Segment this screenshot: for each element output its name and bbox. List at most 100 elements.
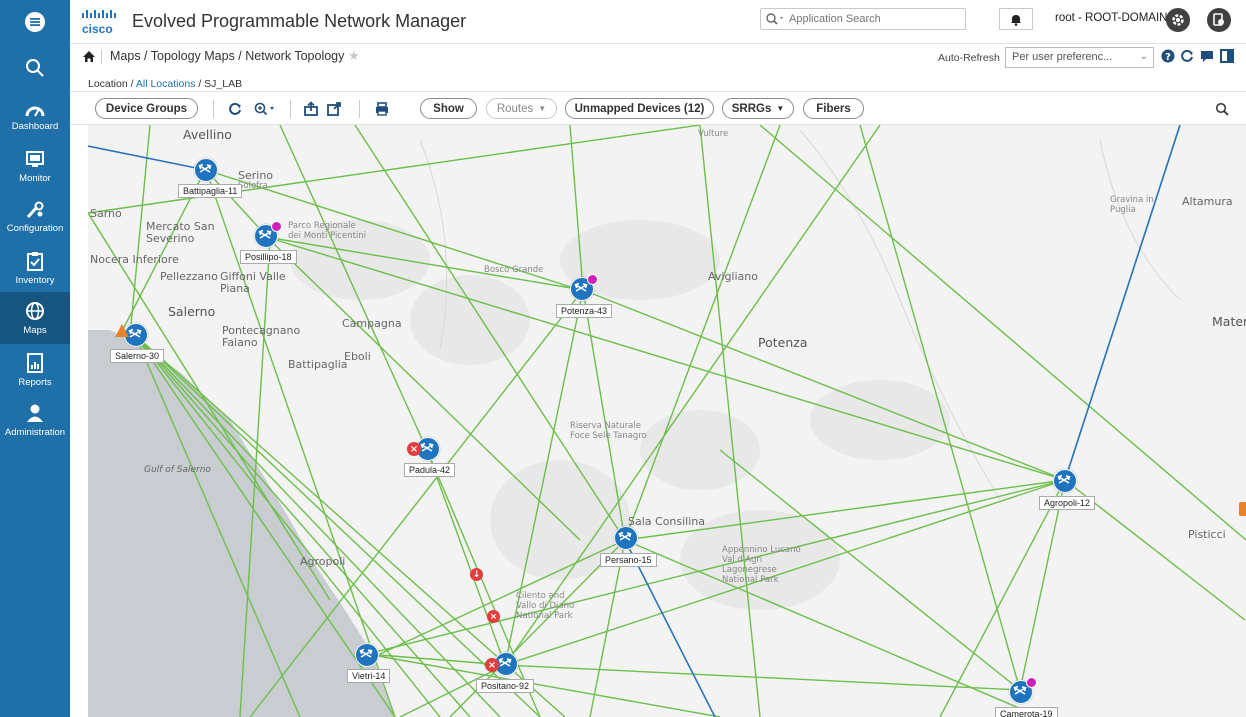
show-button[interactable]: Show [420,98,477,119]
link-down-icon[interactable]: ↓ [470,568,483,581]
user-menu-button[interactable] [1207,8,1231,32]
nav-item-monitor[interactable]: Monitor [0,142,70,192]
nav-item-label: Dashboard [11,120,59,132]
clipboard-icon [27,251,43,271]
warning-icon [115,324,129,337]
help-icon[interactable]: ? [1161,49,1175,63]
nav-item-dashboard[interactable]: Dashboard [0,92,70,142]
home-icon[interactable] [82,50,96,63]
edge-warning-icon [1239,502,1246,516]
routes-button[interactable]: Routes ▼ [486,98,557,119]
map-canvas [88,125,1246,717]
user-badge-icon [1213,13,1224,26]
search-input[interactable] [789,13,939,25]
device-groups-button[interactable]: Device Groups [95,98,198,119]
fibers-button[interactable]: Fibers [803,98,864,119]
router-icon [1053,469,1077,493]
map-left-gutter [70,125,88,717]
pink-status-icon [1026,677,1037,688]
notifications-button[interactable] [999,8,1033,30]
device-groups-label: Device Groups [105,102,188,115]
place-label: Pontecagnano Faiano [222,324,301,349]
blue-link[interactable] [1064,125,1181,481]
panel-icon[interactable] [1220,49,1234,63]
green-link[interactable] [354,125,626,541]
auto-refresh-select[interactable]: Per user preferenc... ⌄ [1005,47,1154,68]
place-label: Mercato San Severino [146,220,215,245]
place-label: Sala Consilina [628,515,706,528]
sea-area [88,330,395,717]
left-nav: Dashboard Monitor Configuration Inventor… [0,0,70,717]
place-label: Bosco Grande [484,265,544,275]
pink-status-icon [271,221,282,232]
caret-down-icon: ▼ [538,104,547,113]
device-label: Potenza-43 [556,304,613,318]
menu-icon[interactable] [0,0,70,44]
bell-icon [1011,14,1021,26]
device-label: Battipaglia-11 [178,184,243,198]
location-path: / SJ_LAB [195,78,243,90]
speedometer-icon [25,106,45,116]
breadcrumb-bar: Maps / Topology Maps / Network Topology … [70,44,1246,70]
settings-button[interactable] [1166,8,1190,32]
monitor-icon [26,150,44,167]
green-link[interactable] [366,479,1066,655]
map-search-icon[interactable] [1215,101,1229,117]
auto-refresh-value: Per user preferenc... [1012,51,1113,63]
user-domain[interactable]: root - ROOT-DOMAIN [1055,12,1167,24]
link-error-icon[interactable]: × [487,610,500,623]
unmapped-devices-button[interactable]: Unmapped Devices (12) [565,98,714,119]
nav-item-configuration[interactable]: Configuration [0,192,70,242]
fibers-label: Fibers [816,102,851,115]
nav-search-icon[interactable] [0,46,70,90]
place-label: Solofra [238,181,268,191]
place-label: Eboli [344,350,371,363]
nav-item-label: Inventory [15,274,55,286]
nav-item-inventory[interactable]: Inventory [0,243,70,293]
place-label: Cilento and Vallo di Diano National Park [516,591,575,621]
application-search[interactable] [760,8,966,30]
nav-item-label: Reports [18,376,52,388]
green-link[interactable] [1019,479,1066,691]
refresh-icon[interactable] [1180,49,1194,63]
chevron-down-icon: ⌄ [1139,51,1148,62]
refresh-map-icon[interactable] [228,101,242,117]
device-label: Persano-15 [600,553,657,567]
srrgs-label: SRRGs [731,102,772,115]
topology-map[interactable]: Avellino Serino Solofra Sarno Mercato Sa… [88,125,1246,717]
error-x-icon: × [407,442,421,456]
all-locations-link[interactable]: All Locations [136,78,196,90]
nav-item-label: Administration [4,426,66,438]
favorite-star-icon[interactable]: ★ [348,48,360,64]
nav-item-maps[interactable]: Maps [0,292,70,344]
person-icon [27,404,43,422]
router-icon [355,643,379,667]
auto-refresh-label: Auto-Refresh [938,52,1000,64]
chat-icon[interactable] [1200,49,1214,63]
place-label: Riserva Naturale Foce Sele Tanagro [570,421,647,441]
zoom-icon[interactable] [254,101,278,117]
brand-text: cisco [82,22,113,36]
export-icon[interactable] [304,101,318,117]
error-x-icon: × [485,658,499,672]
router-icon [194,158,218,182]
nav-item-administration[interactable]: Administration [0,395,70,445]
report-icon [27,352,43,373]
place-label: Campagna [342,317,402,330]
show-label: Show [433,102,464,115]
place-label: Pellezzano [160,270,218,283]
place-label: Avigliano [708,270,758,283]
share-icon[interactable] [327,101,341,117]
green-link[interactable] [426,449,506,666]
print-icon[interactable] [375,101,389,117]
nav-item-reports[interactable]: Reports [0,345,70,395]
green-link[interactable] [88,125,701,214]
device-label: Posillipo-18 [240,250,297,264]
srrgs-button[interactable]: SRRGs ▼ [722,98,794,119]
breadcrumb: Maps / Topology Maps / Network Topology [110,49,345,63]
green-link[interactable] [759,125,1246,541]
green-link[interactable] [504,664,1021,691]
place-label: Potenza [758,335,808,350]
nav-item-label: Configuration [6,222,64,234]
svg-text:?: ? [1165,52,1171,63]
